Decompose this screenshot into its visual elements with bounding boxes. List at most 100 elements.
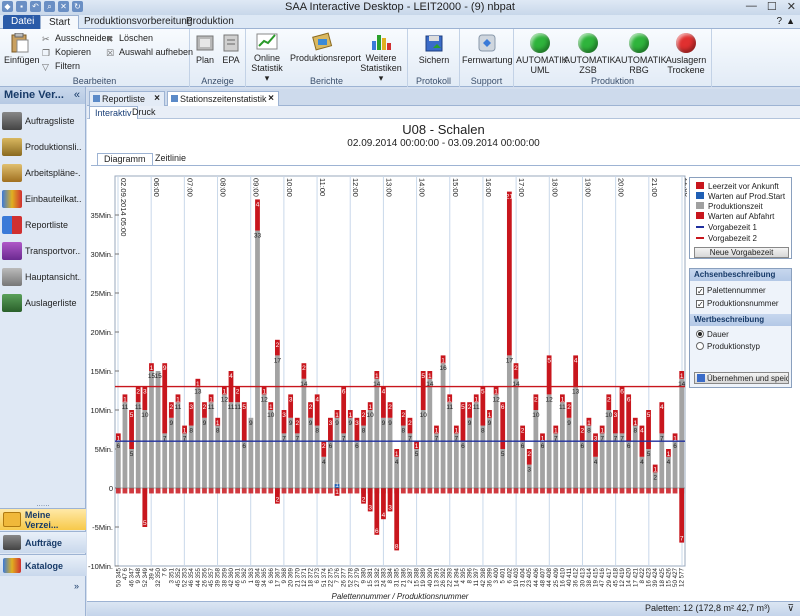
zero-band-bar xyxy=(639,488,645,494)
automatik-uml-button[interactable]: AUTOMATIK UML xyxy=(516,33,568,75)
bar-value-label: 1 xyxy=(335,412,339,419)
production-bar xyxy=(573,386,579,488)
bar-value-label: 8 xyxy=(362,428,366,435)
plan-button[interactable]: Plan xyxy=(193,33,217,65)
minimize-icon[interactable]: — xyxy=(746,0,757,13)
bar-value-label: 5 xyxy=(130,412,134,419)
tab-start[interactable]: Start xyxy=(40,15,80,30)
produktionsreport-button[interactable]: Produktionsreport xyxy=(290,31,361,63)
splitter-grip[interactable]: ...... xyxy=(0,499,86,508)
tab-druck[interactable]: Druck xyxy=(127,106,161,119)
time-tick-label: 16:00 xyxy=(484,178,493,197)
sidebar-item-reportliste[interactable]: Reportliste xyxy=(2,213,84,237)
sidebar-item-produktionsliste[interactable]: Produktionsli... xyxy=(2,135,84,159)
production-bar xyxy=(195,386,201,488)
automatik-rbg-button[interactable]: AUTOMATIK RBG xyxy=(615,33,667,75)
bar-value-label: 8 xyxy=(189,428,193,435)
palettennummer-checkbox[interactable]: ✓ Palettennummer xyxy=(696,286,766,296)
bar-value-label: 1 xyxy=(561,396,565,403)
close-tab-icon[interactable]: × xyxy=(154,92,160,106)
sidebar-item-auftragsliste[interactable]: Auftragsliste xyxy=(2,109,84,133)
production-bar xyxy=(228,402,234,488)
bar-value-label: 4 xyxy=(229,373,233,380)
bar-value-label: 6 xyxy=(461,443,465,450)
group-label-support: Support xyxy=(470,76,503,86)
apply-save-button[interactable]: Übernehmen und speichern xyxy=(694,372,789,384)
cut-button[interactable]: ✂ Ausschneiden xyxy=(42,33,112,44)
bar-value-label: 6 xyxy=(620,389,624,396)
zero-band-bar xyxy=(586,488,592,494)
production-bar xyxy=(301,378,307,488)
collapse-icon[interactable]: « xyxy=(74,87,80,104)
sidebar-item-transportvorgaenge[interactable]: Transportvor... xyxy=(2,239,84,263)
plan-icon xyxy=(196,35,214,51)
filter-button[interactable]: ▽ Filtern xyxy=(42,61,80,72)
title-bar: ◆ ▪ ↶ ⌕ ✕ ↻ SAA Interactive Desktop - LE… xyxy=(0,0,800,15)
tab-reportliste[interactable]: Reportliste × xyxy=(89,91,165,106)
bar-value-label: 2 xyxy=(203,404,207,411)
waiting-departure-bar xyxy=(394,488,400,551)
filter-funnel-icon[interactable]: ⊽ xyxy=(787,603,794,614)
bar-value-label: 2 xyxy=(309,404,313,411)
zero-band-bar xyxy=(347,488,353,494)
y-tick-label: -5Min. xyxy=(92,523,113,532)
fernwartung-button[interactable]: Fernwartung xyxy=(462,33,513,65)
zero-band-bar xyxy=(241,488,247,494)
zero-band-bar xyxy=(420,488,426,494)
help-icon[interactable]: ? xyxy=(776,16,782,27)
sidebar-item-hauptansicht[interactable]: Hauptansicht... xyxy=(2,265,84,289)
zero-band-bar xyxy=(453,488,459,494)
group-berichte: Online Statistik ▾ Produktionsreport Wei… xyxy=(246,29,408,87)
bar-value-label: 11 xyxy=(208,404,215,411)
bar-value-label: 6 xyxy=(242,443,246,450)
orders-icon xyxy=(3,535,21,550)
produktionstyp-radio[interactable]: Produktionstyp xyxy=(696,342,760,351)
delete-button[interactable]: ✖ Löschen xyxy=(106,33,153,44)
bar-value-label: 6 xyxy=(501,404,505,411)
ribbon-minimize-icon[interactable]: ▲ xyxy=(786,16,795,26)
meine-verzeichnisse-button[interactable]: Meine Verzei... xyxy=(0,508,86,530)
sidebar-options-icon[interactable]: » xyxy=(74,581,79,591)
maximize-icon[interactable]: ☐ xyxy=(767,0,777,13)
station-time-chart[interactable]: 02.09.2014 05:00 06:00 07:00 08:00 09:00 10:0… xyxy=(87,166,692,601)
tab-zeitlinie[interactable]: Zeitlinie xyxy=(149,153,192,165)
sidebar-item-einbauteilkatalog[interactable]: Einbauteilkat... xyxy=(2,187,84,211)
sichern-button[interactable]: Sichern xyxy=(412,33,456,65)
production-bar xyxy=(400,425,406,488)
bar-value-label: 4 xyxy=(322,459,326,466)
tab-produktion[interactable]: Produktion xyxy=(178,15,242,29)
bar-value-label: 11 xyxy=(446,404,453,411)
sidebar-item-auslagerliste[interactable]: Auslagerliste xyxy=(2,291,84,315)
produktionsnummer-checkbox[interactable]: ✓ Produktionsnummer xyxy=(696,299,779,309)
tab-datei[interactable]: Datei xyxy=(3,15,43,29)
pallet-summary: Paletten: 12 (172,8 m² 42,7 m³) xyxy=(644,603,770,613)
auftraege-button[interactable]: Aufträge xyxy=(0,531,86,553)
zero-band-bar xyxy=(328,488,333,494)
automatik-zsb-button[interactable]: AUTOMATIK ZSB xyxy=(564,33,616,75)
dauer-radio[interactable]: Dauer xyxy=(696,330,729,339)
tab-diagramm[interactable]: Diagramm xyxy=(97,153,153,165)
bar-value-label: 3 xyxy=(355,420,359,427)
production-bar xyxy=(427,378,433,488)
close-tab-icon[interactable]: × xyxy=(268,92,274,106)
epa-button[interactable]: EPA xyxy=(219,33,243,65)
paste-button[interactable]: Einfügen xyxy=(4,33,40,65)
tab-stationszeitenstatistik[interactable]: Stationszeitenstatistik × xyxy=(167,91,279,106)
zero-band-bar xyxy=(573,488,579,494)
zero-band-bar xyxy=(533,488,539,494)
kataloge-button[interactable]: Kataloge xyxy=(0,554,86,576)
zero-band-bar xyxy=(400,488,406,494)
copy-button[interactable]: ❐ Kopieren xyxy=(42,47,91,58)
auslagern-trockene-button[interactable]: Auslagern Trockene xyxy=(662,33,710,75)
bar-value-label: 3 xyxy=(143,389,147,396)
legend-swatch xyxy=(696,182,704,189)
sidebar-item-arbeitsplaene[interactable]: Arbeitspläne-... xyxy=(2,161,84,185)
y-tick-label: 5Min. xyxy=(95,445,113,454)
deselect-button[interactable]: ☒ Auswahl aufheben xyxy=(106,47,193,58)
close-icon[interactable]: ✕ xyxy=(787,0,796,13)
new-target-time-button[interactable]: Neue Vorgabezeit xyxy=(694,247,789,258)
group-produktion: AUTOMATIK UML AUTOMATIK ZSB AUTOMATIK RBG A… xyxy=(514,29,712,87)
bar-value-label: 15 xyxy=(154,373,162,380)
bar-value-label: 6 xyxy=(375,528,379,535)
zero-band-bar xyxy=(235,488,241,494)
